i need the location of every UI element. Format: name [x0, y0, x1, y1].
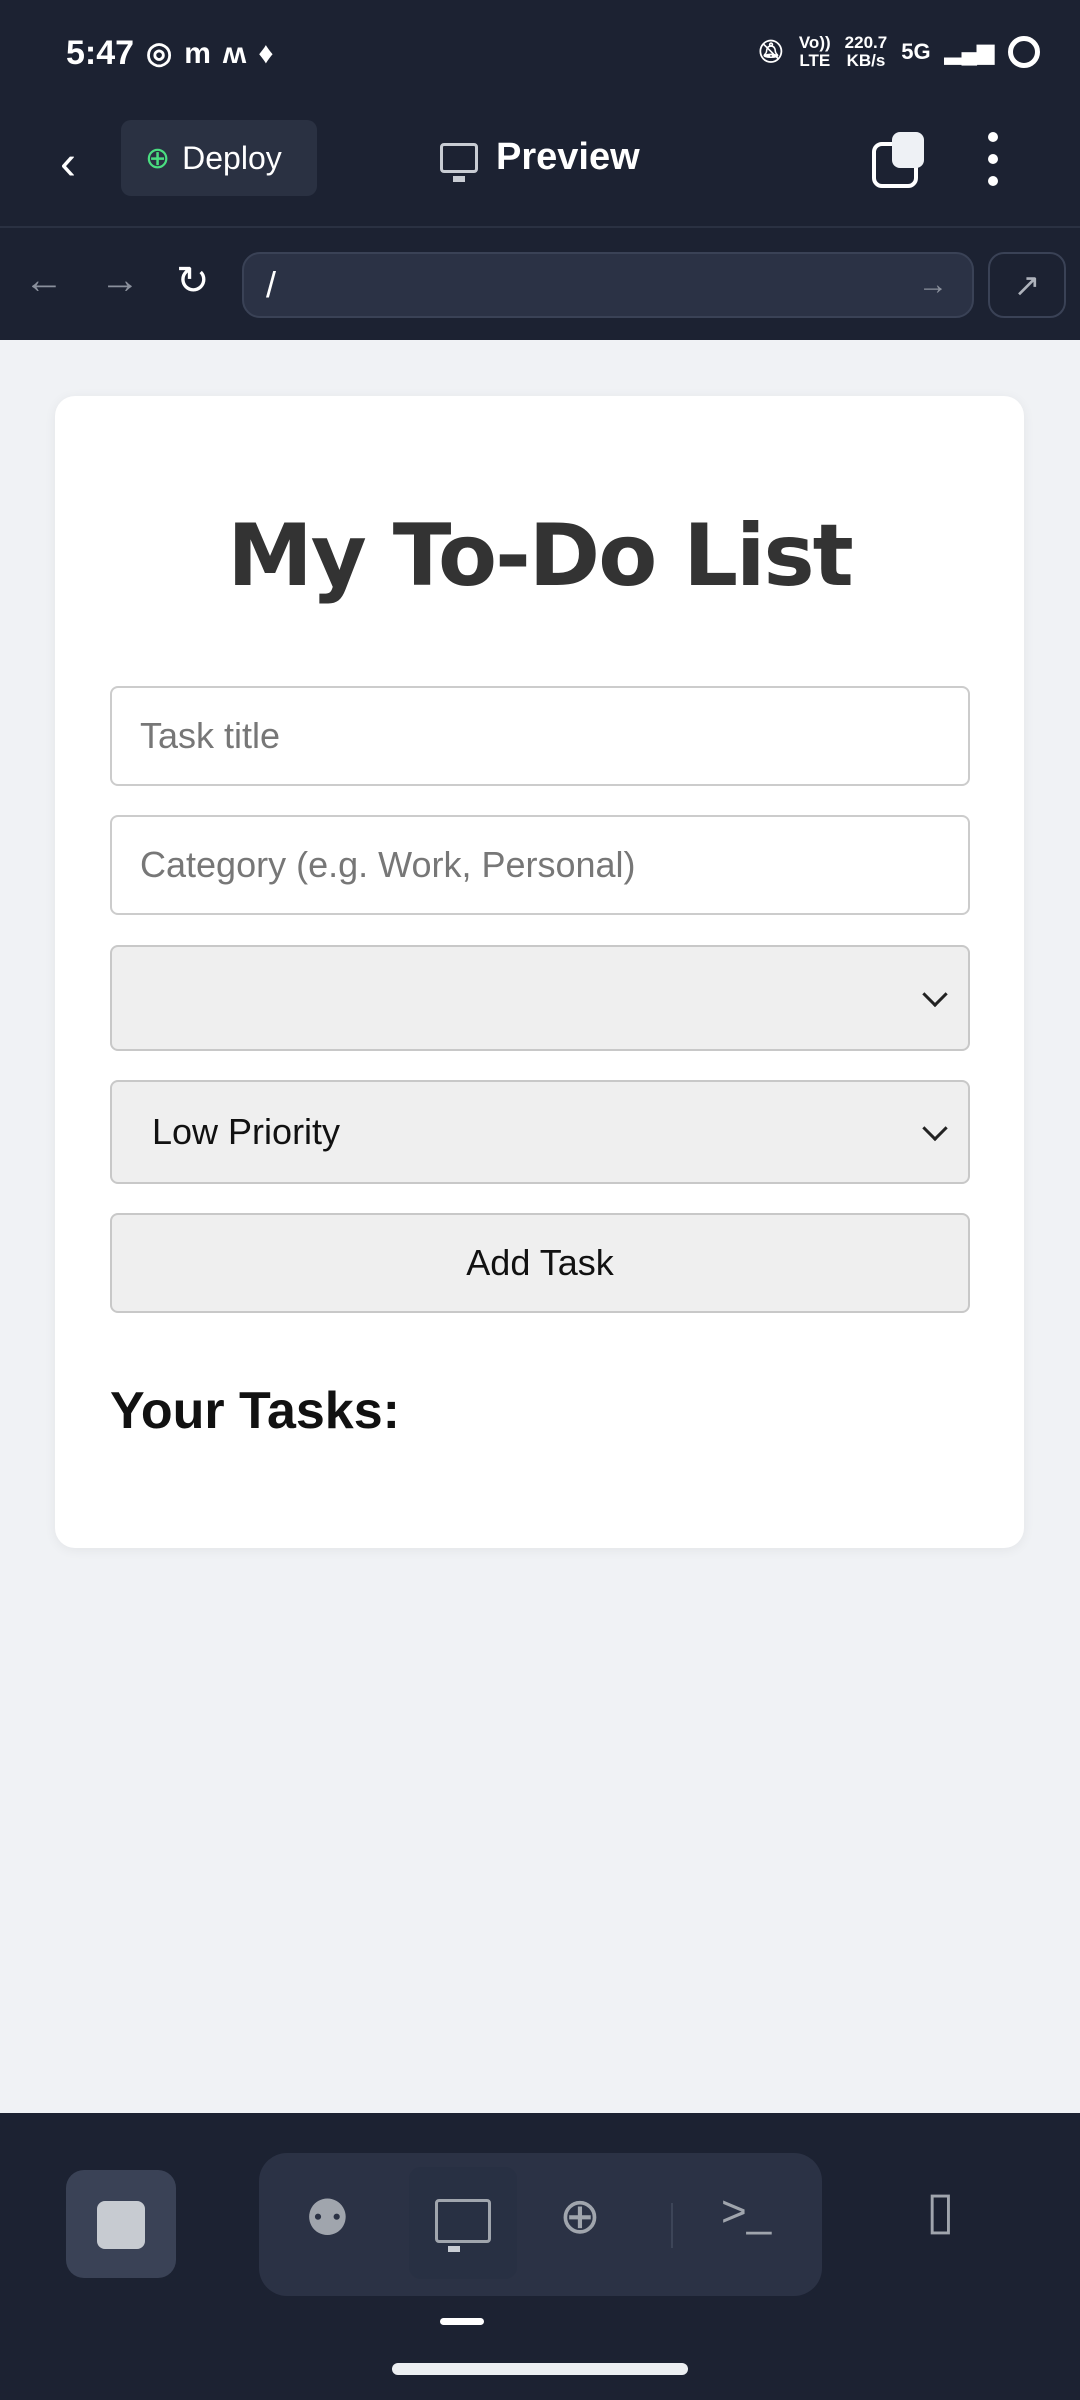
priority-select[interactable]: Low Priority	[110, 1080, 970, 1184]
active-tab-indicator	[440, 2318, 484, 2325]
tasks-heading: Your Tasks:	[110, 1382, 400, 1440]
globe-upload-icon: ⊕	[145, 141, 171, 175]
signal-icon: ▂▄▆	[944, 39, 994, 64]
net-speed: 220.7	[844, 33, 888, 52]
mute-bell-icon: 🔕︎	[756, 39, 785, 64]
tabs-button[interactable]	[872, 132, 926, 188]
browser-forward-icon[interactable]: →	[100, 258, 140, 303]
deploy-label: Deploy	[182, 139, 282, 176]
category-input[interactable]	[110, 815, 970, 915]
app-header: ‹ ⊕ Deploy Preview	[0, 110, 1080, 228]
monitor-icon	[435, 2199, 491, 2252]
back-button[interactable]: ‹	[60, 136, 76, 191]
network-type: 5G	[901, 39, 931, 64]
preview-tab[interactable]	[409, 2167, 517, 2279]
view-switcher: ⚉ ⊕ >_	[259, 2153, 822, 2296]
terminal-icon[interactable]: >_	[721, 2187, 771, 2237]
deploy-button[interactable]: ⊕ Deploy	[121, 120, 317, 196]
system-icons: 🔕︎ Vo)) LTE 220.7 KB/s 5G ▂▄▆	[757, 34, 1040, 70]
divider	[671, 2203, 673, 2248]
nodes-icon[interactable]: ⚉	[305, 2189, 350, 2247]
volte-label: Vo))	[798, 33, 831, 52]
preview-viewport: My To-Do List Low Priority Add Task Your…	[0, 340, 1080, 2113]
monitor-icon	[440, 142, 478, 182]
date-select[interactable]	[110, 945, 970, 1051]
device-rotate-icon[interactable]: ▯	[926, 2181, 955, 2241]
go-arrow-icon[interactable]: →	[918, 254, 948, 316]
clock: 5:47	[66, 34, 135, 72]
whatsapp-icon: ◎	[146, 37, 185, 70]
chevron-down-icon	[922, 1115, 948, 1142]
open-external-icon[interactable]: ↗	[988, 252, 1066, 318]
preview-label: Preview	[496, 136, 640, 178]
globe-upload-icon[interactable]: ⊕	[559, 2187, 601, 2245]
stop-button[interactable]	[66, 2170, 176, 2278]
preview-title: Preview	[440, 136, 640, 182]
reload-icon[interactable]: ↻	[176, 258, 210, 304]
m-icon: ʍ	[222, 37, 259, 70]
stop-icon	[97, 2201, 145, 2249]
todo-card: My To-Do List Low Priority Add Task Your…	[55, 396, 1024, 1548]
net-speed-unit: KB/s	[846, 51, 886, 70]
url-input[interactable]: / →	[242, 252, 974, 318]
url-text: /	[266, 264, 277, 305]
browser-toolbar: ← → ↻ / → ↗	[0, 230, 1080, 340]
task-title-input[interactable]	[110, 686, 970, 786]
home-indicator[interactable]	[392, 2363, 688, 2375]
status-bar: 5:47 ◎mʍ♦ 🔕︎ Vo)) LTE 220.7 KB/s 5G ▂▄▆	[0, 0, 1080, 110]
notification-icons: ◎mʍ♦	[146, 36, 286, 71]
priority-value: Low Priority	[152, 1111, 341, 1152]
bottom-toolbar: ⚉ ⊕ >_ ▯	[0, 2113, 1080, 2400]
browser-back-icon[interactable]: ←	[24, 258, 64, 303]
add-task-button[interactable]: Add Task	[110, 1213, 970, 1313]
swiggy-icon: ♦	[258, 37, 286, 70]
more-options-icon[interactable]	[988, 132, 998, 186]
battery-ring-icon	[1008, 36, 1040, 68]
lte-label: LTE	[799, 51, 831, 70]
chevron-down-icon	[922, 981, 948, 1008]
page-title: My To-Do List	[227, 506, 854, 606]
m-icon: m	[184, 37, 223, 70]
